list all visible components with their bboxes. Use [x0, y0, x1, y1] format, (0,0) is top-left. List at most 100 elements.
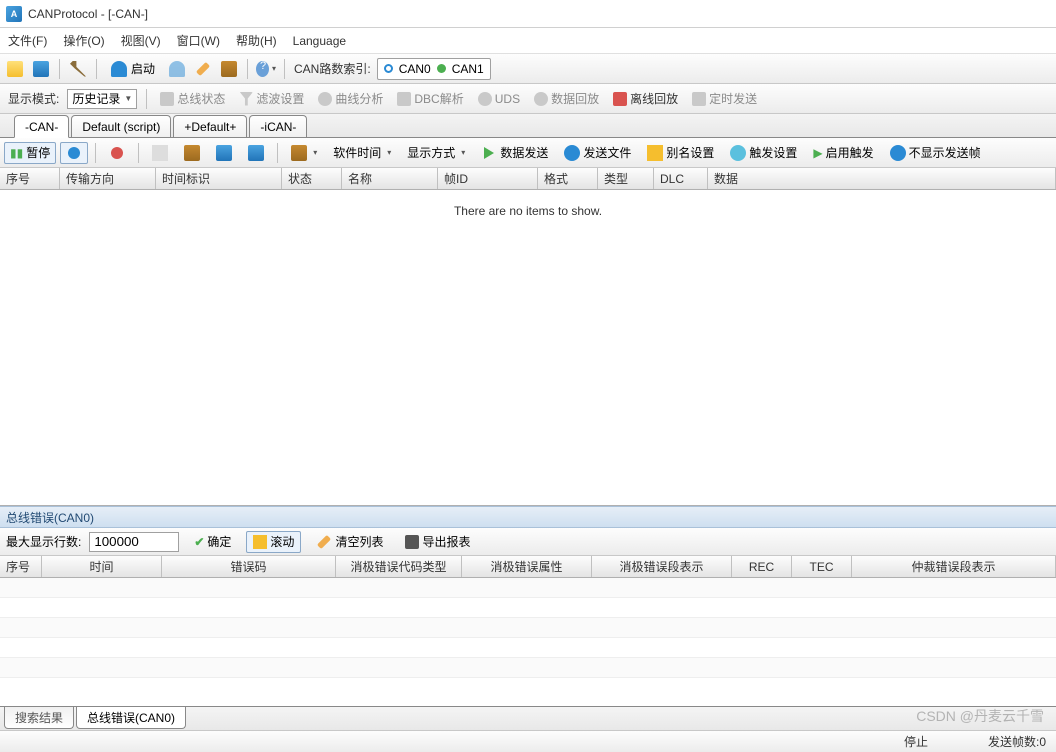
curve-analysis-button[interactable]: 曲线分析	[314, 88, 387, 110]
col-name[interactable]: 名称	[342, 168, 438, 189]
timed-send-button[interactable]: 定时发送	[688, 88, 761, 110]
clear-list-button[interactable]: 清空列表	[309, 531, 390, 553]
export-report-button[interactable]: 导出报表	[398, 531, 477, 553]
software-time-dropdown[interactable]: 软件时间	[327, 142, 397, 164]
trigger-settings-button[interactable]: 触发设置	[724, 142, 803, 164]
filter-settings-button[interactable]: 滤波设置	[235, 88, 308, 110]
person-button[interactable]	[166, 58, 188, 80]
col-dlc[interactable]: DLC	[654, 168, 708, 189]
copy-icon	[152, 145, 168, 161]
disk-button[interactable]	[210, 142, 238, 164]
col2-arb-seg[interactable]: 仲裁错误段表示	[852, 556, 1056, 577]
tab-can[interactable]: -CAN-	[14, 115, 69, 138]
display-style-dropdown[interactable]: 显示方式	[401, 142, 471, 164]
offline-playback-button[interactable]: 离线回放	[609, 88, 682, 110]
uds-button[interactable]: UDS	[474, 88, 524, 110]
col2-errcode[interactable]: 错误码	[162, 556, 336, 577]
col2-passive-seg[interactable]: 消极错误段表示	[592, 556, 732, 577]
bottom-tabs: 搜索结果 总线错误(CAN0)	[0, 706, 1056, 730]
enable-trigger-button[interactable]: ▶启用触发	[807, 142, 879, 164]
data-replay-button[interactable]: 数据回放	[530, 88, 603, 110]
can1-radio-icon	[437, 64, 446, 73]
bus-error-title: 总线错误(CAN0)	[0, 506, 1056, 528]
col2-time[interactable]: 时间	[42, 556, 162, 577]
menu-language[interactable]: Language	[293, 34, 346, 48]
person-icon	[169, 61, 185, 77]
data-send-button[interactable]: 数据发送	[475, 142, 554, 164]
gear-icon	[730, 145, 746, 161]
dbc-parse-button[interactable]: DBC解析	[393, 88, 467, 110]
max-rows-input[interactable]	[89, 532, 179, 552]
col2-passive-attr[interactable]: 消极错误属性	[462, 556, 592, 577]
menu-view[interactable]: 视图(V)	[121, 32, 161, 49]
help-dropdown[interactable]	[255, 58, 277, 80]
separator	[96, 59, 97, 79]
col2-passive-type[interactable]: 消极错误代码类型	[336, 556, 462, 577]
wrench-icon	[70, 61, 86, 77]
title-bar: A CANProtocol - [-CAN-]	[0, 0, 1056, 28]
bus-status-button[interactable]: 总线状态	[156, 88, 229, 110]
tab-default-plus[interactable]: +Default+	[173, 115, 247, 137]
toolbar-view: 显示模式: 历史记录 ▼ 总线状态 滤波设置 曲线分析 DBC解析 UDS 数据…	[0, 84, 1056, 114]
send-file-button[interactable]: 发送文件	[558, 142, 637, 164]
tab-default-script[interactable]: Default (script)	[71, 115, 171, 137]
open-button[interactable]	[4, 58, 26, 80]
save-button[interactable]	[30, 58, 52, 80]
scissors-icon	[613, 92, 627, 106]
col2-seq[interactable]: 序号	[0, 556, 42, 577]
blue-circle-button[interactable]	[60, 142, 88, 164]
col-status[interactable]: 状态	[282, 168, 342, 189]
bus-error-grid[interactable]: 序号 时间 错误码 消极错误代码类型 消极错误属性 消极错误段表示 REC TE…	[0, 556, 1056, 706]
col-format[interactable]: 格式	[538, 168, 598, 189]
display-mode-combo[interactable]: 历史记录 ▼	[67, 89, 137, 109]
package-dropdown[interactable]	[285, 142, 323, 164]
col-seq[interactable]: 序号	[0, 168, 60, 189]
tools-button[interactable]	[67, 58, 89, 80]
toolbar-main: 启动 CAN路数索引: CAN0 CAN1	[0, 54, 1056, 84]
brush-button[interactable]	[192, 58, 214, 80]
hide-send-frame-button[interactable]: 不显示发送帧	[884, 142, 987, 164]
box-button[interactable]	[218, 58, 240, 80]
menu-window[interactable]: 窗口(W)	[177, 32, 220, 49]
data-grid-header: 序号 传输方向 时间标识 状态 名称 帧ID 格式 类型 DLC 数据	[0, 168, 1056, 190]
funnel-icon	[239, 92, 253, 106]
data-grid-body[interactable]: There are no items to show.	[0, 190, 1056, 506]
menu-help[interactable]: 帮助(H)	[236, 32, 277, 49]
folder-icon	[7, 61, 23, 77]
can-route-selector[interactable]: CAN0 CAN1	[377, 58, 491, 80]
tab-bus-error[interactable]: 总线错误(CAN0)	[76, 707, 186, 729]
pause-button[interactable]: ▮▮暂停	[4, 142, 56, 164]
toolbar-data: ▮▮暂停 软件时间 显示方式 数据发送 发送文件 别名设置 触发设置 ▶启用触发…	[0, 138, 1056, 168]
menu-operate[interactable]: 操作(O)	[63, 32, 104, 49]
separator	[284, 59, 285, 79]
red-circle-button[interactable]	[103, 142, 131, 164]
record-icon	[111, 147, 123, 159]
document-tabs: -CAN- Default (script) +Default+ -iCAN-	[0, 114, 1056, 138]
disk-arrow-button[interactable]	[242, 142, 270, 164]
box-icon	[221, 61, 237, 77]
col-direction[interactable]: 传输方向	[60, 168, 156, 189]
tab-search-results[interactable]: 搜索结果	[4, 707, 74, 729]
separator	[95, 143, 96, 163]
copy-button[interactable]	[146, 142, 174, 164]
can-index-label: CAN路数索引:	[292, 60, 373, 77]
package-icon	[291, 145, 307, 161]
help-icon	[256, 61, 269, 77]
tab-ican[interactable]: -iCAN-	[249, 115, 307, 137]
box-icon-button[interactable]	[178, 142, 206, 164]
col-type[interactable]: 类型	[598, 168, 654, 189]
menu-file[interactable]: 文件(F)	[8, 32, 47, 49]
col-time[interactable]: 时间标识	[156, 168, 282, 189]
scroll-button[interactable]: 滚动	[246, 531, 301, 553]
col-frame-id[interactable]: 帧ID	[438, 168, 538, 189]
bus-error-grid-header: 序号 时间 错误码 消极错误代码类型 消极错误属性 消极错误段表示 REC TE…	[0, 556, 1056, 578]
timer-icon	[692, 92, 706, 106]
col-data[interactable]: 数据	[708, 168, 1056, 189]
col2-tec[interactable]: TEC	[792, 556, 852, 577]
launch-button[interactable]: 启动	[104, 58, 162, 80]
alias-settings-button[interactable]: 别名设置	[641, 142, 720, 164]
col2-rec[interactable]: REC	[732, 556, 792, 577]
confirm-button[interactable]: ✔确定	[187, 531, 238, 553]
globe-icon	[68, 147, 80, 159]
no-icon	[890, 145, 906, 161]
